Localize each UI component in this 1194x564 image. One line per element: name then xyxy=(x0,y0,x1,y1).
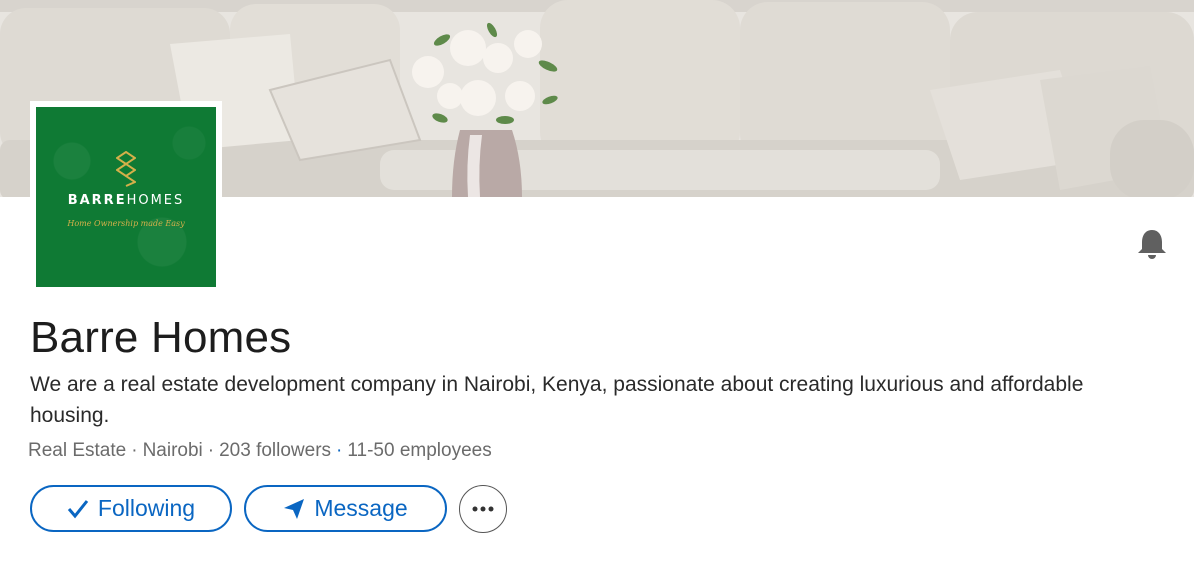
following-button[interactable]: Following xyxy=(30,485,232,532)
location-text: Nairobi xyxy=(142,440,203,461)
logo-panel: BARREHOMES Home Ownership made Easy xyxy=(36,107,216,287)
ellipsis-icon xyxy=(472,506,494,512)
separator: · xyxy=(207,440,215,461)
more-options-button[interactable] xyxy=(459,485,507,533)
industry-text: Real Estate xyxy=(28,440,127,461)
barre-homes-logo-icon xyxy=(116,151,136,187)
message-button[interactable]: Message xyxy=(244,485,447,532)
company-logo[interactable]: BARREHOMES Home Ownership made Easy xyxy=(30,101,222,293)
following-label: Following xyxy=(97,495,196,521)
company-name: Barre Homes xyxy=(30,313,292,362)
separator: · xyxy=(336,440,343,461)
separator: · xyxy=(131,440,138,461)
message-label: Message xyxy=(314,495,408,521)
followers-link[interactable]: 203 followers xyxy=(219,440,331,461)
logo-tagline: Home Ownership made Easy xyxy=(67,219,185,228)
bell-icon[interactable] xyxy=(1134,226,1170,262)
employees-link[interactable]: 11-50 employees xyxy=(347,440,491,461)
logo-brand-text: BARREHOMES xyxy=(67,193,185,208)
send-icon xyxy=(283,498,305,520)
company-description: We are a real estate development company… xyxy=(30,373,1084,427)
checkmark-icon xyxy=(67,499,89,519)
company-meta: Real Estate · Nairobi · 203 followers · 11-50 … xyxy=(28,440,492,462)
